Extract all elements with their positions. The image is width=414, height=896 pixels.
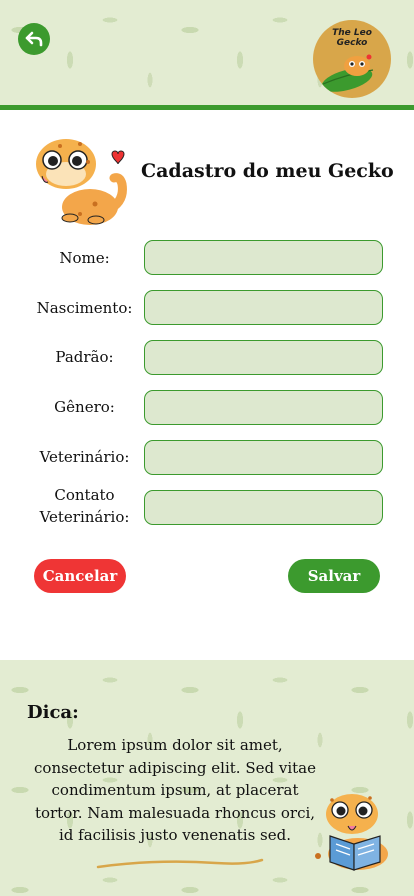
- form-row-nascimento: Nascimento:: [0, 290, 414, 326]
- tip-underline-decoration: [96, 858, 264, 869]
- form-row-genero: Gênero:: [0, 390, 414, 426]
- brand-logo: The Leo Gecko: [313, 20, 391, 98]
- input-padrao[interactable]: [144, 340, 383, 375]
- input-nome[interactable]: [144, 240, 383, 275]
- logo-gecko-icon: [321, 54, 374, 92]
- header-divider: [0, 105, 414, 110]
- label-contato-line2: Veterinário:: [39, 508, 130, 526]
- page-heading: Cadastro do meu Gecko: [30, 132, 400, 227]
- gecko-heart-illustration: [36, 139, 127, 225]
- save-button[interactable]: Salvar: [288, 559, 380, 593]
- back-button[interactable]: [18, 23, 50, 55]
- tip-body: Lorem ipsum dolor sit amet, consectetur …: [34, 736, 316, 844]
- form-row-nome: Nome:: [0, 240, 414, 276]
- app-header: The Leo Gecko: [0, 0, 414, 106]
- form-row-contato-veterinario: Contato Veterinário:: [0, 486, 414, 526]
- label-genero: Gênero:: [54, 398, 115, 416]
- back-arrow-icon: [25, 31, 43, 47]
- gecko-reading-illustration: [315, 794, 388, 871]
- label-contato-veterinario: Contato Veterinário:: [32, 485, 137, 527]
- tip-section: Dica: Lorem ipsum dolor sit amet, consec…: [0, 660, 414, 896]
- label-padrao: Padrão:: [55, 348, 114, 366]
- form-row-padrao: Padrão:: [0, 340, 414, 376]
- form-row-veterinario: Veterinário:: [0, 440, 414, 476]
- label-nascimento: Nascimento:: [36, 299, 133, 317]
- input-veterinario[interactable]: [144, 440, 383, 475]
- input-contato-veterinario[interactable]: [144, 490, 383, 525]
- label-contato-line1: Contato: [54, 486, 115, 504]
- page-title: Cadastro do meu Gecko: [141, 160, 394, 182]
- cancel-button[interactable]: Cancelar: [34, 559, 126, 593]
- input-genero[interactable]: [144, 390, 383, 425]
- label-veterinario: Veterinário:: [39, 448, 130, 466]
- input-nascimento[interactable]: [144, 290, 383, 325]
- tip-title: Dica:: [27, 702, 79, 723]
- label-nome: Nome:: [59, 249, 110, 267]
